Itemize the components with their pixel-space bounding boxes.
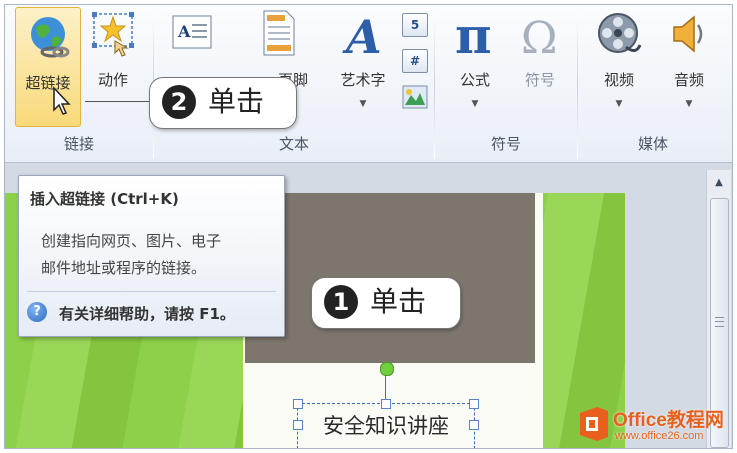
chevron-down-icon: ▼: [685, 99, 693, 109]
watermark: Office教程网 www.office26.com: [575, 403, 732, 448]
slide-title-textbox[interactable]: 安全知识讲座: [297, 403, 475, 448]
svg-text:Ω: Ω: [521, 13, 557, 61]
text-group-label: 文本: [278, 135, 309, 153]
svg-text:A: A: [177, 22, 191, 41]
powerpoint-window: 超链接 动作 链接 A 页脚 A 艺术字 ▼ 5 # 文本 π 公式 ▼ Ω 符…: [4, 4, 733, 449]
film-reel-icon: [598, 13, 642, 53]
globe-link-icon: [31, 17, 70, 58]
insert-ribbon: 超链接 动作 链接 A 页脚 A 艺术字 ▼ 5 # 文本 π 公式 ▼ Ω 符…: [5, 5, 732, 163]
step-number-badge: 2: [162, 85, 196, 119]
speaker-icon: [673, 15, 703, 53]
mouse-cursor-icon: [53, 86, 71, 115]
object-icon[interactable]: [402, 85, 428, 109]
help-icon: ?: [27, 302, 47, 322]
chevron-down-icon: ▼: [471, 99, 479, 109]
tooltip-body: 创建指向网页、图片、电子 邮件地址或程序的链接。: [41, 228, 281, 282]
tooltip-divider: [27, 291, 276, 292]
wordart-button[interactable]: A 艺术字 ▼: [330, 5, 396, 125]
media-group-label: 媒体: [637, 135, 668, 153]
tooltip-title: 插入超链接 (Ctrl+K): [30, 190, 179, 208]
tooltip-help-text: 有关详细帮助，请按 F1。: [59, 305, 235, 323]
resize-handle[interactable]: [469, 399, 479, 409]
wordart-label: 艺术字: [340, 71, 386, 89]
step-1-callout: 1 单击: [311, 277, 461, 329]
action-label: 动作: [97, 71, 128, 89]
svg-text:A: A: [342, 10, 382, 59]
watermark-brand: Office教程网: [613, 410, 724, 431]
wordart-icon: A: [342, 10, 382, 59]
callout-leader-line: [85, 101, 151, 102]
symbols-group: π 公式 ▼ Ω 符号 符号: [435, 5, 577, 162]
resize-handle[interactable]: [381, 399, 391, 409]
step-instruction: 单击: [208, 85, 265, 118]
audio-label: 音频: [673, 71, 704, 89]
chevron-down-icon: ▼: [359, 99, 367, 109]
chevron-down-icon: ▼: [615, 99, 623, 109]
tooltip-body-line: 邮件地址或程序的链接。: [41, 259, 207, 277]
audio-button[interactable]: 音频 ▼: [656, 5, 722, 125]
slide-number-icon[interactable]: #: [402, 49, 428, 73]
equation-label: 公式: [459, 71, 490, 89]
equation-button[interactable]: π 公式 ▼: [443, 5, 507, 125]
step-2-callout: 2 单击: [149, 77, 297, 129]
scroll-up-icon[interactable]: ▲: [707, 172, 731, 194]
symbol-label: 符号: [524, 71, 555, 89]
grip-icon: [715, 317, 724, 327]
symbol-button: Ω 符号: [509, 5, 571, 125]
resize-handle[interactable]: [293, 399, 303, 409]
media-group: 视频 ▼ 音频 ▼ 媒体: [578, 5, 728, 162]
rotation-handle[interactable]: [380, 362, 394, 376]
hyperlink-tooltip: 插入超链接 (Ctrl+K) 创建指向网页、图片、电子 邮件地址或程序的链接。 …: [18, 175, 285, 337]
links-group: 超链接 动作 链接: [5, 5, 153, 162]
header-footer-icon: [263, 10, 295, 56]
links-group-label: 链接: [63, 135, 94, 153]
tooltip-body-line: 创建指向网页、图片、电子: [41, 232, 222, 250]
video-label: 视频: [603, 71, 634, 89]
hyperlink-button[interactable]: 超链接: [15, 7, 81, 127]
date-time-icon[interactable]: 5: [402, 13, 428, 37]
resize-handle[interactable]: [469, 420, 479, 430]
step-instruction: 单击: [370, 285, 427, 318]
resize-handle[interactable]: [293, 420, 303, 430]
symbols-group-label: 符号: [490, 135, 521, 153]
action-button[interactable]: 动作: [83, 5, 143, 125]
pi-icon: π: [455, 9, 492, 61]
action-star-icon: [92, 12, 134, 57]
step-number-badge: 1: [324, 285, 358, 319]
omega-icon: Ω: [521, 13, 557, 61]
watermark-url: www.office26.com: [615, 430, 704, 442]
video-button[interactable]: 视频 ▼: [586, 5, 652, 125]
textbox-icon: A: [172, 15, 212, 49]
office-logo-icon: [580, 407, 608, 441]
svg-text:π: π: [455, 9, 492, 61]
